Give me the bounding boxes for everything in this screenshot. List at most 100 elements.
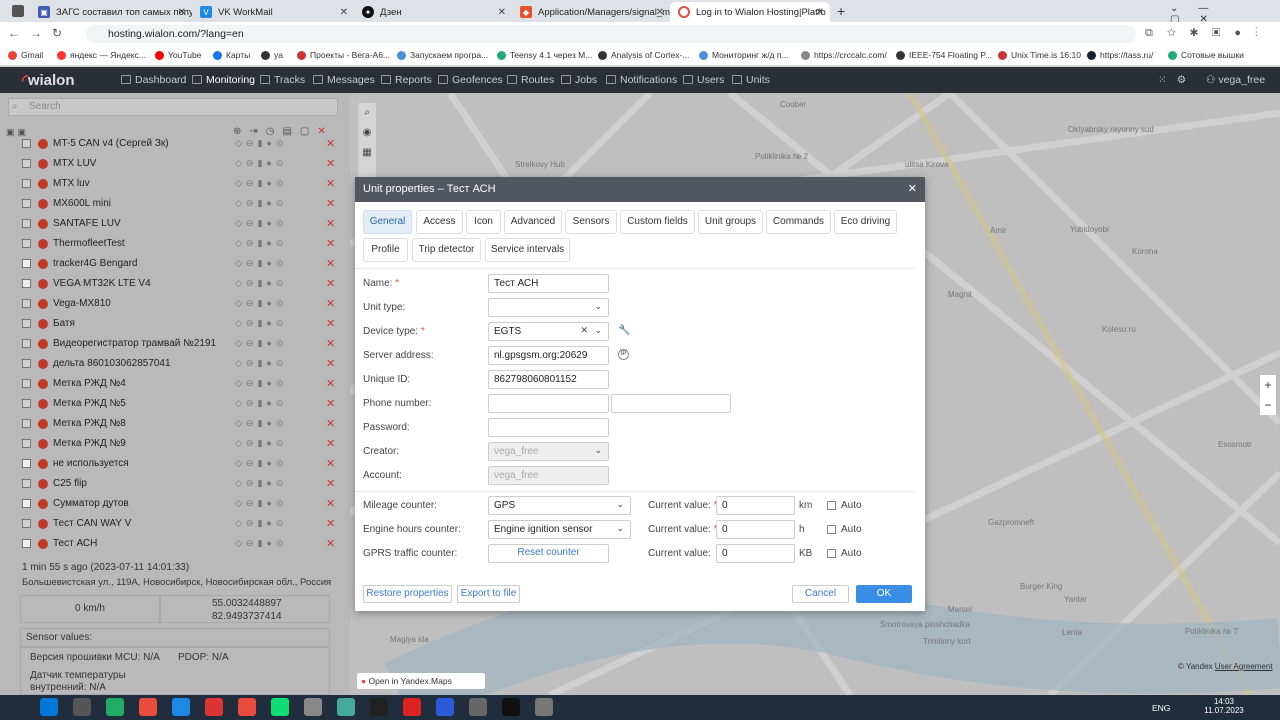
- unit-checkbox[interactable]: [22, 479, 31, 488]
- tab-unit-groups[interactable]: Unit groups: [698, 210, 763, 234]
- unit-status-icons[interactable]: ◇⊖▮●⊙: [235, 218, 287, 229]
- bookmark-ya[interactable]: ya: [261, 50, 283, 60]
- unit-status-icons[interactable]: ◇⊖▮●⊙: [235, 158, 287, 169]
- unit-status-icons[interactable]: ◇⊖▮●⊙: [235, 358, 287, 369]
- unit-row[interactable]: Метка РЖД №9 ◇⊖▮●⊙ ✕: [0, 434, 340, 454]
- taskbar-app-icon[interactable]: [304, 698, 322, 716]
- unit-checkbox[interactable]: [22, 499, 31, 508]
- nav-geofences[interactable]: Geofences: [438, 74, 503, 86]
- device-type-select[interactable]: EGTS ✕ ⌄: [488, 322, 609, 341]
- bookmark-gmail[interactable]: Gmail: [8, 50, 43, 60]
- taskbar-app-icon[interactable]: [403, 698, 421, 716]
- bookmark-launch[interactable]: Запускаем програ...: [397, 50, 488, 60]
- nav-monitoring[interactable]: Monitoring: [192, 74, 255, 86]
- input-language[interactable]: ENG: [1152, 703, 1170, 713]
- taskbar-app-icon[interactable]: [238, 698, 256, 716]
- gprs-auto-checkbox[interactable]: [827, 549, 836, 558]
- zoom-controls[interactable]: + −: [1260, 375, 1276, 415]
- unit-row[interactable]: MTX LUV ◇⊖▮●⊙ ✕: [0, 154, 340, 174]
- taskbar-app-icon[interactable]: [172, 698, 190, 716]
- bookmark-yandex[interactable]: яндекс — Яндекс...: [57, 50, 146, 60]
- bookmark-tass[interactable]: https://tass.ru/: [1087, 50, 1153, 60]
- delete-icon[interactable]: ✕: [326, 397, 335, 410]
- close-icon[interactable]: ✕: [908, 177, 917, 202]
- map-tools[interactable]: ⌕ ◉ ▦: [358, 103, 376, 183]
- nav-notifications[interactable]: Notifications: [606, 74, 677, 86]
- taskbar-app-icon[interactable]: [139, 698, 157, 716]
- delete-icon[interactable]: ✕: [326, 157, 335, 170]
- close-tab-icon[interactable]: ✕: [816, 7, 824, 18]
- browser-tab-1[interactable]: ▣ ЗАГС составил топ самых попу ✕: [30, 2, 192, 22]
- nav-dashboard[interactable]: Dashboard: [121, 74, 186, 86]
- ip-icon[interactable]: IP: [618, 349, 629, 360]
- tab-profile[interactable]: Profile: [363, 238, 408, 262]
- unit-status-icons[interactable]: ◇⊖▮●⊙: [235, 198, 287, 209]
- delete-icon[interactable]: ✕: [326, 457, 335, 470]
- unit-type-select[interactable]: ⌄: [488, 298, 609, 317]
- open-yandex-maps-link[interactable]: ● Open in Yandex.Maps: [357, 673, 485, 689]
- tab-sensors[interactable]: Sensors: [565, 210, 617, 234]
- wrench-icon[interactable]: 🔧: [618, 325, 630, 336]
- tab-access[interactable]: Access: [416, 210, 463, 234]
- reset-counter-button[interactable]: Reset counter: [488, 544, 609, 563]
- tab-trip-detector[interactable]: Trip detector: [412, 238, 481, 262]
- engine-current-field[interactable]: 0: [716, 520, 795, 539]
- unit-status-icons[interactable]: ◇⊖▮●⊙: [235, 318, 287, 329]
- unit-checkbox[interactable]: [22, 339, 31, 348]
- taskbar-app-icon[interactable]: [535, 698, 553, 716]
- unit-checkbox[interactable]: [22, 139, 31, 148]
- taskbar-app-icon[interactable]: [73, 698, 91, 716]
- window-menu-icon[interactable]: [12, 5, 24, 17]
- delete-icon[interactable]: ✕: [326, 297, 335, 310]
- unit-status-icons[interactable]: ◇⊖▮●⊙: [235, 138, 287, 149]
- unit-status-icons[interactable]: ◇⊖▮●⊙: [235, 498, 287, 509]
- browser-tab-5[interactable]: Log in to Wialon Hosting|Platfo ✕: [670, 2, 830, 22]
- unit-row[interactable]: Батя ◇⊖▮●⊙ ✕: [0, 314, 340, 334]
- unit-status-icons[interactable]: ◇⊖▮●⊙: [235, 298, 287, 309]
- unit-status-icons[interactable]: ◇⊖▮●⊙: [235, 238, 287, 249]
- bookmark-maps[interactable]: Карты: [213, 50, 250, 60]
- unit-row[interactable]: Тест CAN WAY V ◇⊖▮●⊙ ✕: [0, 514, 340, 534]
- nav-reports[interactable]: Reports: [381, 74, 432, 86]
- url-input[interactable]: hosting.wialon.com/?lang=en: [86, 25, 1136, 43]
- unit-checkbox[interactable]: [22, 419, 31, 428]
- unit-row[interactable]: Vega-MX810 ◇⊖▮●⊙ ✕: [0, 294, 340, 314]
- tab-icon[interactable]: Icon: [466, 210, 501, 234]
- unit-checkbox[interactable]: [22, 299, 31, 308]
- unit-status-icons[interactable]: ◇⊖▮●⊙: [235, 538, 287, 549]
- clear-icon[interactable]: ✕: [580, 322, 588, 339]
- unit-status-icons[interactable]: ◇⊖▮●⊙: [235, 518, 287, 529]
- unit-checkbox[interactable]: [22, 439, 31, 448]
- taskbar-app-icon[interactable]: [436, 698, 454, 716]
- delete-icon[interactable]: ✕: [326, 317, 335, 330]
- password-field[interactable]: [488, 418, 609, 437]
- browser-tab-2[interactable]: V VK WorkMail ✕: [192, 2, 354, 22]
- unit-row[interactable]: Метка РЖД №5 ◇⊖▮●⊙ ✕: [0, 394, 340, 414]
- tab-advanced[interactable]: Advanced: [504, 210, 562, 234]
- unit-checkbox[interactable]: [22, 179, 31, 188]
- user-agreement-link[interactable]: User Agreement: [1215, 662, 1273, 671]
- delete-icon[interactable]: ✕: [326, 417, 335, 430]
- engine-hours-select[interactable]: Engine ignition sensor ⌄: [488, 520, 631, 539]
- mileage-auto-checkbox[interactable]: [827, 501, 836, 510]
- delete-icon[interactable]: ✕: [326, 197, 335, 210]
- unit-checkbox[interactable]: [22, 359, 31, 368]
- unique-id-field[interactable]: 862798060801152: [488, 370, 609, 389]
- unit-row[interactable]: Метка РЖД №4 ◇⊖▮●⊙ ✕: [0, 374, 340, 394]
- unit-status-icons[interactable]: ◇⊖▮●⊙: [235, 398, 287, 409]
- nav-users[interactable]: Users: [683, 74, 724, 86]
- unit-checkbox[interactable]: [22, 319, 31, 328]
- delete-icon[interactable]: ✕: [326, 377, 335, 390]
- nav-jobs[interactable]: Jobs: [561, 74, 597, 86]
- close-tab-icon[interactable]: ✕: [178, 7, 186, 18]
- extension-icons[interactable]: ⧉☆✱▣●⋮: [1145, 27, 1272, 40]
- delete-icon[interactable]: ✕: [326, 497, 335, 510]
- name-field[interactable]: Тест АСН: [488, 274, 609, 293]
- delete-icon[interactable]: ✕: [326, 237, 335, 250]
- unit-checkbox[interactable]: [22, 219, 31, 228]
- close-tab-icon[interactable]: ✕: [340, 7, 348, 18]
- tab-general[interactable]: General: [363, 210, 412, 234]
- mileage-counter-select[interactable]: GPS ⌄: [488, 496, 631, 515]
- unit-status-icons[interactable]: ◇⊖▮●⊙: [235, 338, 287, 349]
- bookmark-unixtime[interactable]: Unix Time.is 16:10: [998, 50, 1081, 60]
